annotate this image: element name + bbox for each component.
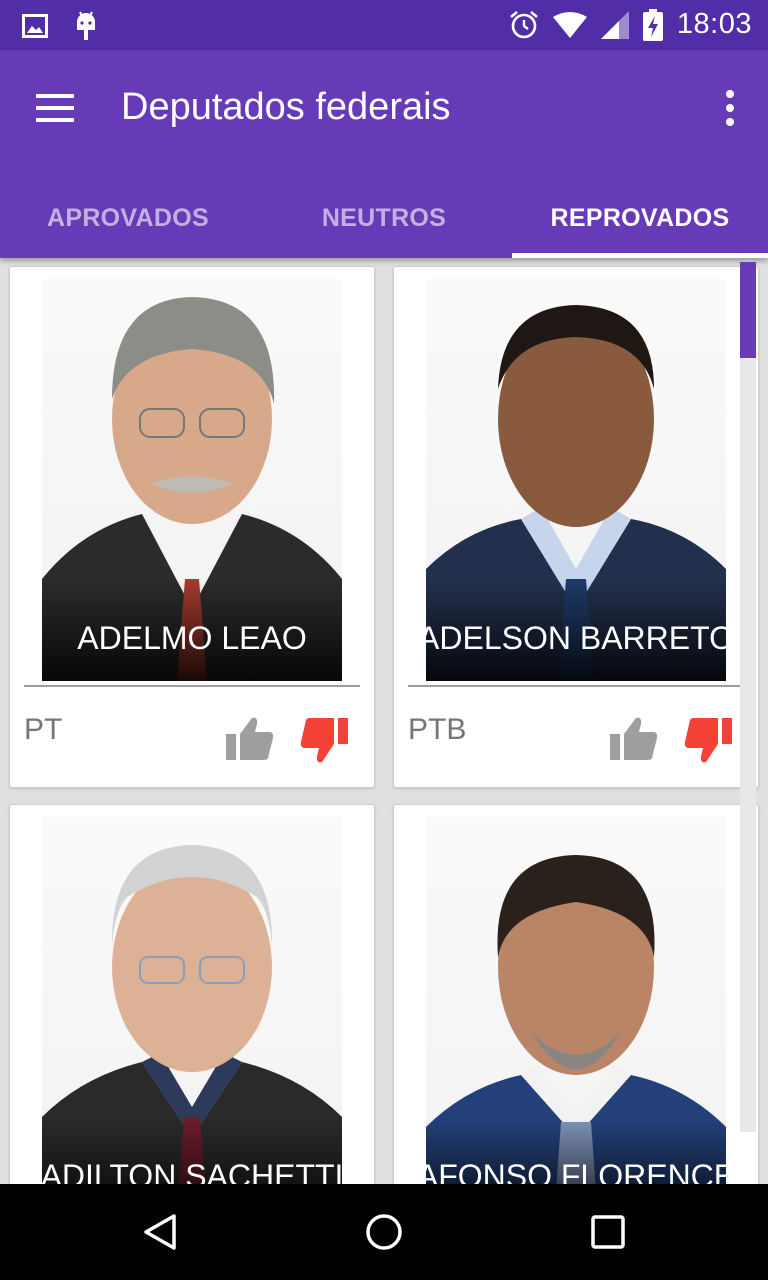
thumbs-up-icon[interactable] [610, 716, 658, 760]
tab-neutros[interactable]: NEUTROS [256, 178, 512, 258]
tab-aprovados[interactable]: APROVADOS [0, 178, 256, 258]
deputy-card[interactable]: ADILTON SACHETTI [9, 804, 375, 1184]
deputies-grid: ADELMO LEAO PT ADELSON BARRETO PTB ADILT… [0, 258, 768, 1184]
recents-icon[interactable] [590, 1214, 626, 1250]
cellular-signal-icon [600, 10, 629, 39]
deputy-card[interactable]: AFONSO FLORENCE [393, 804, 759, 1184]
image-notification-icon [22, 14, 48, 38]
more-options-icon[interactable] [722, 88, 738, 128]
deputy-name: ADELSON BARRETO [418, 620, 734, 656]
back-icon[interactable] [140, 1212, 180, 1252]
divider [408, 685, 744, 687]
deputy-photo: AFONSO FLORENCE [408, 817, 744, 1184]
android-notification-icon [77, 11, 95, 40]
home-icon[interactable] [364, 1212, 404, 1252]
deputy-card[interactable]: ADELSON BARRETO PTB [393, 266, 759, 788]
deputy-card[interactable]: ADELMO LEAO PT [9, 266, 375, 788]
scrollbar-track[interactable] [740, 262, 756, 1132]
tab-reprovados[interactable]: REPROVADOS [512, 178, 768, 258]
thumbs-down-icon[interactable] [684, 718, 732, 764]
status-bar: 18:03 [0, 0, 768, 50]
deputy-name: AFONSO FLORENCE [416, 1158, 736, 1184]
deputy-party: PT [24, 713, 63, 746]
thumbs-down-icon[interactable] [300, 718, 348, 764]
battery-charging-icon [642, 8, 663, 41]
menu-icon[interactable] [36, 90, 76, 126]
deputy-photo: ADELSON BARRETO [408, 279, 744, 681]
deputy-name: ADELMO LEAO [77, 620, 307, 656]
app-bar: Deputados federais APROVADOS NEUTROS REP… [0, 50, 768, 258]
thumbs-up-icon[interactable] [226, 716, 274, 760]
tab-bar: APROVADOS NEUTROS REPROVADOS [0, 178, 768, 258]
scrollbar-thumb[interactable] [740, 262, 756, 358]
wifi-icon [552, 11, 587, 38]
deputy-photo: ADILTON SACHETTI [24, 817, 360, 1184]
status-time: 18:03 [676, 8, 752, 40]
deputy-party: PTB [408, 713, 467, 746]
page-title: Deputados federais [121, 86, 451, 128]
alarm-icon [510, 10, 538, 38]
deputy-photo: ADELMO LEAO [24, 279, 360, 681]
navigation-bar [0, 1184, 768, 1280]
divider [24, 685, 360, 687]
deputy-name: ADILTON SACHETTI [40, 1158, 344, 1184]
